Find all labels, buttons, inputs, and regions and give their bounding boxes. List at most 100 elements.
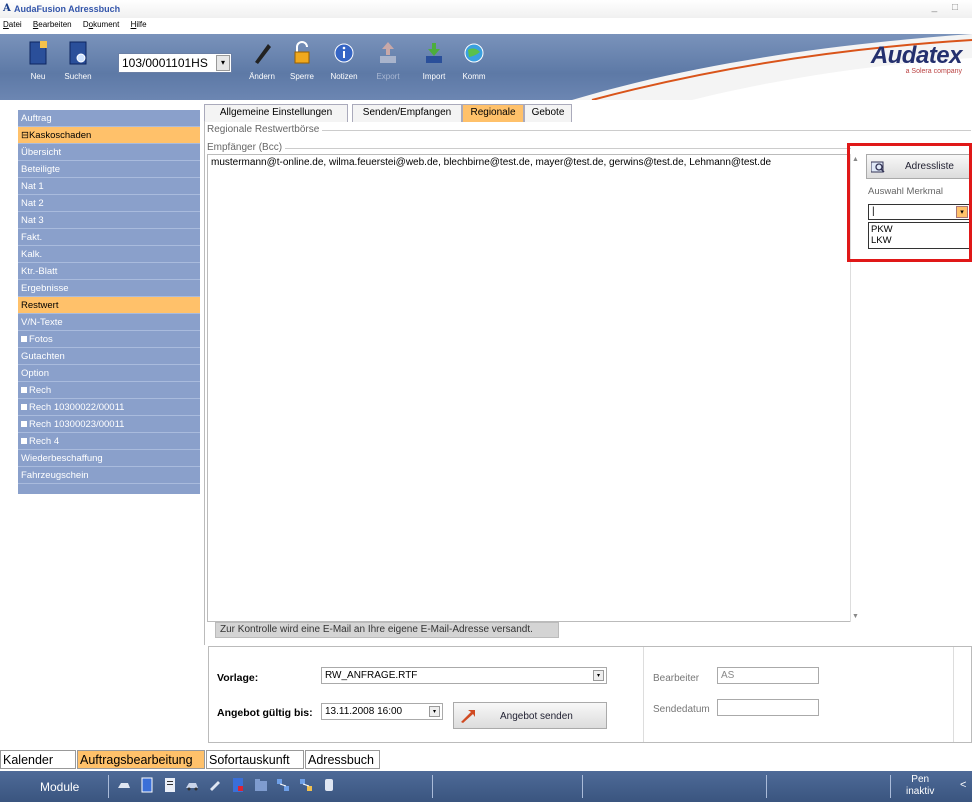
expand-plus-icon[interactable] (21, 421, 27, 428)
module-tab-instant-info[interactable]: Sofortauskunft (206, 750, 304, 769)
sidebar-item[interactable]: Auftrag (18, 110, 200, 127)
tab-bids[interactable]: Gebote (524, 104, 572, 122)
sidebar-item[interactable]: Nat 1 (18, 178, 200, 195)
file-red-icon[interactable] (231, 777, 245, 793)
sidebar-item[interactable]: Restwert (18, 297, 200, 314)
export-button[interactable]: Export (368, 40, 408, 81)
vehicle-icon[interactable] (185, 777, 199, 793)
sidebar-item-label: Gutachten (21, 351, 65, 362)
valid-until-label: Angebot gültig bis: (217, 707, 313, 719)
database-icon[interactable] (322, 777, 336, 793)
module-tab-address-book[interactable]: Adressbuch (305, 750, 380, 769)
comm-button[interactable]: Komm (454, 40, 494, 81)
document-icon[interactable] (140, 777, 154, 793)
chevron-down-icon[interactable]: ▾ (429, 706, 440, 717)
recipients-label: Empfänger (Bcc) (207, 142, 286, 153)
sidebar-item[interactable]: Gutachten (18, 348, 200, 365)
tab-send-receive[interactable]: Senden/Empfangen (352, 104, 462, 122)
highlight-box (847, 143, 972, 262)
module-icons (117, 777, 342, 796)
collapse-marker-icon[interactable]: ⊟ (21, 130, 29, 141)
search-button[interactable]: Suchen (58, 40, 98, 81)
scroll-down-icon[interactable]: ▼ (852, 613, 859, 620)
tab-regional[interactable]: Regionale (462, 104, 524, 122)
sidebar-item[interactable]: Nat 3 (18, 212, 200, 229)
import-icon (426, 43, 442, 63)
template-select[interactable]: RW_ANFRAGE.RTF ▾ (321, 667, 607, 684)
sidebar-item-label: V/N-Texte (21, 317, 63, 328)
menu-hilfe[interactable]: Hilfe (131, 20, 147, 29)
control-note: Zur Kontrolle wird eine E-Mail an Ihre e… (215, 622, 559, 638)
network-icon[interactable] (276, 777, 290, 793)
sidebar-item-label: Nat 1 (21, 181, 44, 192)
recipients-textarea[interactable]: mustermann@t-online.de, wilma.feuerstei@… (207, 154, 851, 622)
sidebar-item[interactable]: Fakt. (18, 229, 200, 246)
sidebar-item[interactable]: ⊟Kaskoschaden (18, 127, 200, 144)
taskbar-divider (890, 775, 891, 798)
car-icon[interactable] (117, 777, 131, 793)
valid-until-input[interactable]: 13.11.2008 16:00 ▾ (321, 703, 443, 720)
lock-button[interactable]: Sperre (282, 40, 322, 81)
collapse-arrow-icon[interactable]: < (960, 779, 966, 791)
taskbar-divider (766, 775, 767, 798)
export-icon (380, 42, 396, 63)
sidebar-item[interactable]: Ergebnisse (18, 280, 200, 297)
sidebar-item[interactable]: Nat 2 (18, 195, 200, 212)
sidebar-item-label: Beteiligte (21, 164, 61, 175)
taskbar-divider (582, 775, 583, 798)
menu-dokument[interactable]: Dokument (83, 20, 119, 29)
sidebar-item[interactable]: Rech 4 (18, 433, 200, 450)
pen-status: Pen inaktiv (906, 774, 935, 797)
expand-plus-icon[interactable] (21, 387, 27, 394)
report-icon[interactable] (163, 777, 177, 793)
chevron-down-icon[interactable]: ▾ (216, 55, 230, 71)
expand-plus-icon[interactable] (21, 438, 27, 445)
menu-datei[interactable]: Datei (3, 20, 22, 29)
window-controls[interactable]: _ □ (932, 2, 964, 13)
sidebar-item[interactable]: Rech 10300022/00011 (18, 399, 200, 416)
search-document-icon (69, 41, 87, 65)
globe-icon (464, 43, 484, 63)
module-tab-order-processing[interactable]: Auftragsbearbeitung (77, 750, 205, 769)
sidebar-item[interactable]: Übersicht (18, 144, 200, 161)
import-button[interactable]: Import (414, 40, 454, 81)
record-number-select[interactable]: 103/0001101HS ▾ (118, 53, 232, 73)
sidebar-item-label: Rech 10300022/00011 (29, 402, 125, 413)
sidebar-item[interactable]: Rech (18, 382, 200, 399)
expand-plus-icon[interactable] (21, 336, 27, 343)
tab-general-settings[interactable]: Allgemeine Einstellungen (204, 104, 348, 122)
sidebar-item[interactable]: Rech 10300023/00011 (18, 416, 200, 433)
sidebar-item[interactable]: Kalk. (18, 246, 200, 263)
editor-field[interactable]: AS (717, 667, 819, 684)
chevron-down-icon[interactable]: ▾ (593, 670, 604, 681)
sidebar-item[interactable]: Beteiligte (18, 161, 200, 178)
send-arrow-icon (461, 710, 475, 723)
taskbar-divider (432, 775, 433, 798)
sidebar-item[interactable]: V/N-Texte (18, 314, 200, 331)
sidebar-item[interactable]: Wiederbeschaffung (18, 450, 200, 467)
sidebar-item-label: Übersicht (21, 147, 62, 158)
network-alt-icon[interactable] (299, 777, 313, 793)
sidebar-item-label: Rech 10300023/00011 (29, 419, 125, 430)
folder-icon[interactable] (254, 777, 268, 793)
sidebar-item-label: Nat 2 (21, 198, 44, 209)
taskbar-divider (108, 775, 109, 798)
sidebar-item[interactable]: Ktr.-Blatt (18, 263, 200, 280)
sidebar-item-label: Kalk. (21, 249, 43, 260)
send-offer-button[interactable]: Angebot senden (453, 702, 607, 729)
sidebar-item-label: Option (21, 368, 49, 379)
template-label: Vorlage: (217, 672, 259, 684)
menu-bearbeiten[interactable]: Bearbeiten (33, 20, 72, 29)
sidebar-item[interactable]: Fahrzeugschein (18, 467, 200, 484)
new-button[interactable]: Neu (18, 40, 58, 81)
tools-icon[interactable] (208, 777, 222, 793)
edit-button[interactable]: Ändern (242, 40, 282, 81)
sidebar-item[interactable]: Option (18, 365, 200, 382)
send-date-field[interactable] (717, 699, 819, 716)
module-tab-calendar[interactable]: Kalender (0, 750, 76, 769)
module-label[interactable]: Module (40, 780, 79, 794)
sidebar-item-label: Nat 3 (21, 215, 44, 226)
sidebar-item[interactable]: Fotos (18, 331, 200, 348)
expand-plus-icon[interactable] (21, 404, 27, 411)
notes-button[interactable]: Notizen (324, 40, 364, 81)
